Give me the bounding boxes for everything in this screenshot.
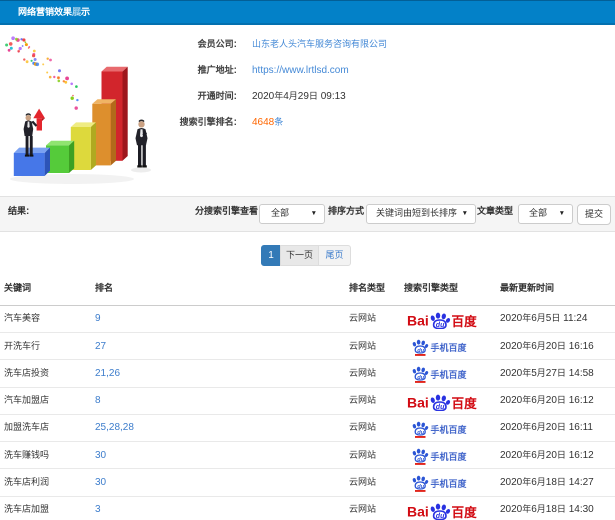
svg-text:du: du [417,375,424,381]
svg-text:手机百度: 手机百度 [431,368,467,381]
svg-text:du: du [436,513,445,520]
svg-text:百度: 百度 [452,502,478,520]
svg-text:手机百度: 手机百度 [431,477,467,490]
svg-text:du: du [417,348,424,354]
svg-text:手机百度: 手机百度 [431,423,467,436]
svg-text:百度: 百度 [452,311,478,329]
svg-text:du: du [417,484,424,490]
svg-text:Bai: Bai [407,394,429,410]
svg-text:du: du [436,404,445,411]
svg-text:Bai: Bai [407,503,429,519]
svg-text:du: du [436,322,445,329]
svg-text:百度: 百度 [452,393,478,411]
svg-text:手机百度: 手机百度 [431,450,467,463]
svg-text:手机百度: 手机百度 [431,341,467,354]
svg-text:Bai: Bai [407,312,429,328]
svg-text:du: du [417,430,424,436]
svg-text:du: du [417,457,424,463]
